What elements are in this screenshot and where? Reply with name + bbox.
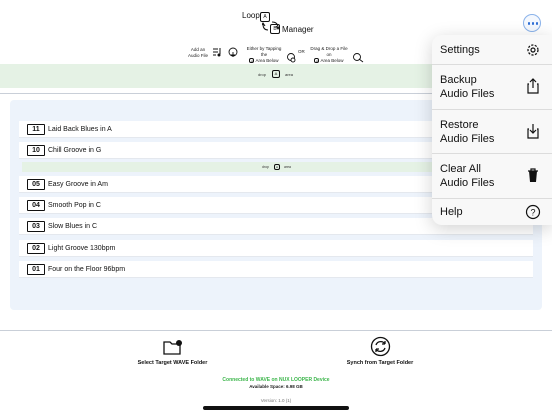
hint-drag-tail: Area Below [320, 58, 344, 63]
more-dot [535, 22, 538, 25]
add-music-icon [213, 48, 221, 57]
synch-button[interactable]: Synch from Target Folder [330, 336, 430, 370]
hint-drag: Drag & Drop a File on A Area Below [308, 46, 350, 64]
track-name: Chill Groove in G [48, 147, 102, 154]
track-number: 04 [27, 200, 45, 211]
drag-drop-icon [353, 53, 364, 63]
options-menu: Settings Backup Audio Files Restore Audi… [432, 35, 552, 225]
hint-drag-box: A [314, 58, 320, 63]
hint-or: OR [298, 49, 305, 54]
home-indicator[interactable] [203, 406, 349, 410]
drop-zone-mid-left: drop [262, 165, 270, 169]
folder-settings-icon [163, 340, 182, 355]
track-name: Four on the Floor 96bpm [48, 266, 126, 273]
title-box-b: B [270, 24, 280, 34]
drop-zone-mid-right: area [284, 165, 292, 169]
drop-zone-top-right: area [285, 72, 294, 77]
track-name: Laid Back Blues in A [48, 126, 112, 133]
hint-tapping: Either by Tapping the A Area Below [243, 46, 285, 64]
menu-item-label: Restore Audio Files [440, 119, 495, 145]
drop-zone-mid-box: A [274, 164, 280, 170]
track-row[interactable]: 02 Light Groove 130bpm [19, 240, 533, 257]
track-name: Smooth Pop in C [48, 202, 101, 209]
version-label: Version: 1.0 (1) [260, 398, 292, 403]
sync-icon [370, 336, 391, 357]
synch-label: Synch from Target Folder [346, 360, 414, 366]
track-number: 02 [27, 243, 45, 254]
track-name: Easy Groove in Am [48, 181, 108, 188]
hint-add-audio: Add an Audio File [187, 47, 208, 58]
track-name: Slow Blues in C [48, 223, 98, 230]
track-number: 05 [27, 179, 45, 190]
menu-item-label: Settings [440, 44, 480, 56]
menu-item-help[interactable]: Help ? [432, 199, 552, 225]
gear-icon [527, 44, 539, 56]
menu-item-clear[interactable]: Clear All Audio Files [432, 154, 552, 199]
track-number: 10 [27, 145, 45, 156]
track-name: Light Groove 130bpm [48, 245, 116, 252]
track-number: 01 [27, 264, 45, 275]
hint-drag-line1: Drag & Drop a File on [310, 46, 348, 57]
share-up-icon [527, 78, 539, 94]
menu-item-backup[interactable]: Backup Audio Files [432, 65, 552, 110]
hint-tap-tail: Area Below [255, 58, 279, 63]
question-icon: ? [525, 204, 541, 220]
more-options-button[interactable] [523, 14, 541, 32]
svg-text:?: ? [530, 208, 535, 218]
download-in-icon [527, 124, 539, 139]
trash-icon [528, 168, 538, 182]
track-row[interactable]: 01 Four on the Floor 96bpm [19, 261, 533, 278]
menu-item-label: Backup Audio Files [440, 74, 495, 100]
select-folder-label: Select Target WAVE Folder [137, 360, 208, 366]
track-number: 03 [27, 221, 45, 232]
app-title-manager: Manager [282, 25, 314, 34]
hint-tap-line1: Either by Tapping the [246, 46, 282, 57]
menu-item-label: Clear All Audio Files [440, 163, 495, 189]
track-number: 11 [27, 124, 45, 135]
more-dot [531, 22, 534, 25]
hint-tap-box: A [249, 58, 255, 63]
drop-zone-top-box: A [272, 70, 280, 78]
connection-status: Connected to WAVE on NUX LOOPER Device [222, 377, 330, 383]
touch-icon [287, 53, 296, 63]
menu-item-label: Help [440, 206, 463, 218]
menu-item-restore[interactable]: Restore Audio Files [432, 110, 552, 154]
select-folder-button[interactable]: Select Target WAVE Folder [120, 338, 225, 370]
available-space: Available Space: 6.98 GB [249, 384, 303, 389]
menu-item-settings[interactable]: Settings [432, 35, 552, 65]
tap-hand-icon [228, 47, 238, 57]
more-dot [527, 22, 530, 25]
app-title-loop: Loop [242, 11, 260, 20]
drop-zone-top-left: drop [258, 72, 267, 77]
